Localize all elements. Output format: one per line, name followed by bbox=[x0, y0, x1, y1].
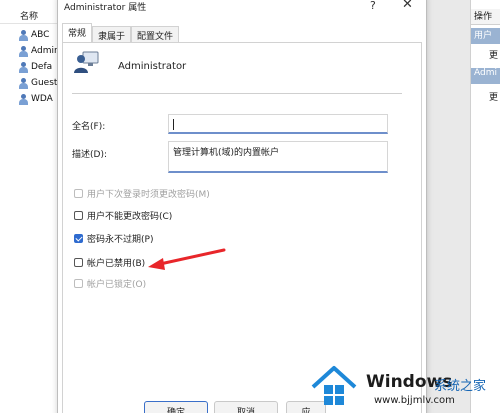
title-bar: Administrator 属性 ? ✕ bbox=[58, 0, 426, 17]
user-icon bbox=[18, 77, 29, 89]
actions-header: 操作 bbox=[471, 9, 500, 25]
account-disabled-checkbox[interactable]: 帐户已禁用(B) bbox=[74, 256, 145, 269]
actions-more-item-2[interactable]: 更 bbox=[489, 90, 498, 103]
cancel-button[interactable]: 取消 bbox=[214, 401, 278, 413]
user-icon bbox=[18, 29, 29, 41]
actions-section-users[interactable]: 用户 bbox=[471, 28, 500, 44]
description-label: 描述(D): bbox=[72, 150, 107, 160]
red-arrow-annotation bbox=[148, 248, 226, 270]
list-item-defaultaccount[interactable]: Defa bbox=[18, 60, 52, 74]
ok-button[interactable]: 确定 bbox=[144, 401, 208, 413]
checkbox-box[interactable] bbox=[74, 189, 83, 198]
checkbox-box[interactable] bbox=[74, 258, 83, 267]
checkbox-box[interactable] bbox=[74, 279, 83, 288]
name-column-header[interactable]: 名称 bbox=[0, 9, 62, 24]
help-icon[interactable]: ? bbox=[370, 0, 376, 12]
checkbox-box[interactable] bbox=[74, 211, 83, 220]
actions-more-item[interactable]: 更 bbox=[489, 48, 498, 61]
fullname-label: 全名(F): bbox=[72, 122, 106, 132]
list-item-administrator[interactable]: Admini bbox=[18, 44, 62, 58]
fullname-input[interactable] bbox=[168, 114, 388, 134]
tab-member-of[interactable]: 隶属于 bbox=[92, 26, 132, 43]
account-name: Administrator bbox=[118, 61, 187, 72]
actions-pane: 操作 用户 更 Admi 更 bbox=[470, 0, 500, 413]
user-icon bbox=[18, 93, 29, 105]
account-locked-checkbox[interactable]: 帐户已锁定(O) bbox=[74, 277, 146, 290]
watermark-brand-cn: 系统之家 bbox=[434, 379, 487, 394]
close-icon[interactable]: ✕ bbox=[402, 0, 413, 12]
password-never-expires-checkbox[interactable]: 密码永不过期(P) bbox=[74, 232, 153, 245]
tab-panel-general bbox=[62, 42, 422, 413]
user-icon bbox=[18, 61, 29, 73]
tab-general[interactable]: 常规 bbox=[62, 23, 93, 43]
list-item-guest[interactable]: Guest bbox=[18, 76, 57, 90]
actions-section-admin[interactable]: Admi bbox=[471, 68, 500, 84]
user-icon bbox=[74, 51, 99, 73]
background-user-list: 名称 ABC Admini Defa Guest WDA bbox=[0, 0, 62, 413]
cannot-change-password-checkbox[interactable]: 用户不能更改密码(C) bbox=[74, 209, 172, 222]
list-item-abc[interactable]: ABC bbox=[18, 28, 49, 42]
separator bbox=[72, 93, 402, 94]
watermark-url: www.bjjmlv.com bbox=[374, 395, 455, 406]
user-icon bbox=[18, 45, 29, 57]
tab-strip: 常规 隶属于 配置文件 bbox=[62, 23, 180, 43]
tab-profile[interactable]: 配置文件 bbox=[131, 26, 180, 43]
properties-dialog: Administrator 属性 ? ✕ 常规 隶属于 配置文件 Adminis… bbox=[57, 0, 427, 413]
dialog-title: Administrator 属性 bbox=[64, 3, 147, 13]
list-item-wdag[interactable]: WDA bbox=[18, 92, 53, 106]
checkbox-box-checked[interactable] bbox=[74, 234, 83, 243]
text-caret bbox=[173, 119, 174, 130]
windows-house-logo-icon bbox=[311, 366, 357, 405]
description-input[interactable]: 管理计算机(域)的内置帐户 bbox=[168, 141, 388, 173]
watermark: Windows 系统之家 www.bjjmlv.com bbox=[304, 362, 500, 413]
must-change-password-checkbox[interactable]: 用户下次登录时须更改密码(M) bbox=[74, 187, 210, 200]
